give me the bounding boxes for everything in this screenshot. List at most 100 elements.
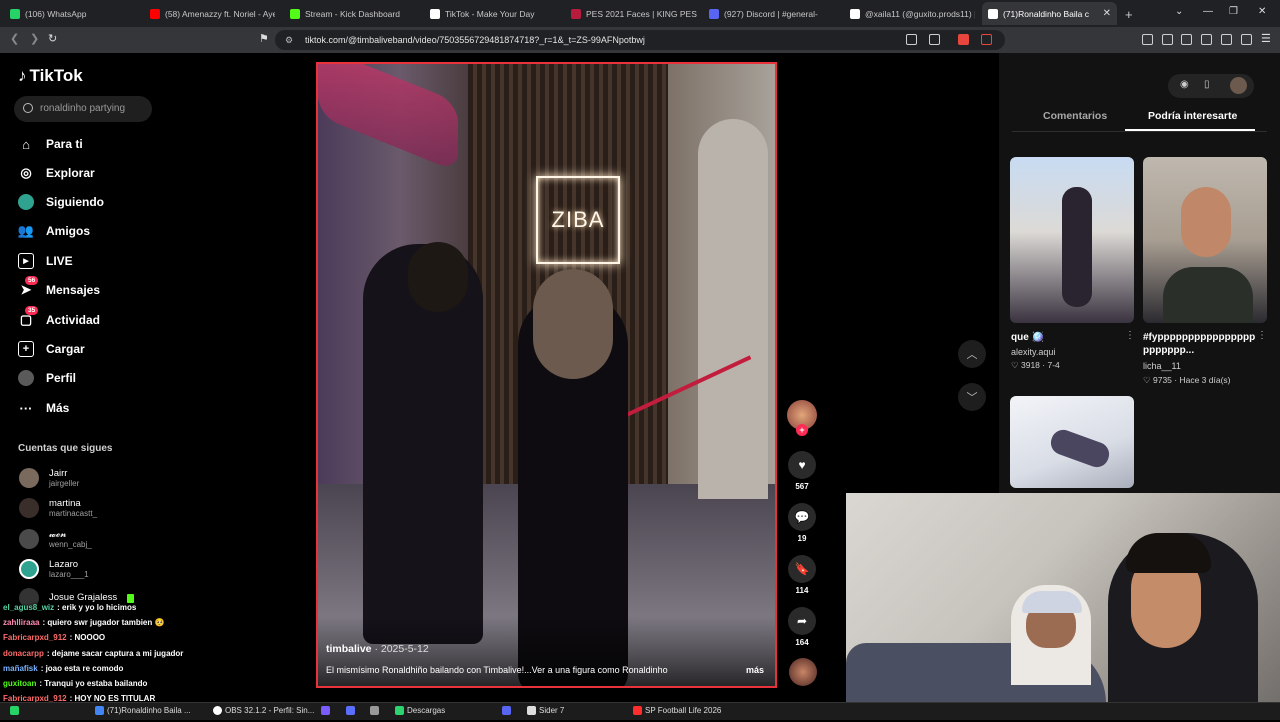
url-field[interactable]: ⚙ tiktok.com/@timbaliveband/video/750355… bbox=[275, 30, 1005, 50]
video-author[interactable]: timbalive · 2025-5-12 bbox=[326, 643, 429, 655]
followed-account[interactable]: 𝔀𝓮𝓷 wenn_cabj_ bbox=[19, 527, 92, 551]
nav-item-actividad[interactable]: ▢ 35 Actividad bbox=[18, 306, 100, 330]
chat-message: el_agus8_wiz: erik y yo lo hicimos bbox=[3, 600, 323, 615]
sider-icon bbox=[527, 706, 536, 715]
rewards-icon[interactable] bbox=[981, 34, 992, 45]
tiktok-logo[interactable]: ♪ TikTok bbox=[18, 66, 83, 86]
browser-tab[interactable]: PES 2021 Faces | KING PES bbox=[571, 4, 701, 24]
recommended-video-thumbnail[interactable] bbox=[1010, 157, 1134, 323]
card-menu-icon[interactable]: ⋮ bbox=[1125, 330, 1135, 341]
taskbar-app[interactable]: Descargas bbox=[395, 706, 445, 715]
taskbar-icon[interactable] bbox=[370, 706, 379, 715]
device-icon[interactable]: ▯ bbox=[1204, 79, 1210, 90]
nav-item-cargar[interactable]: + Cargar bbox=[18, 339, 85, 359]
shield-icon[interactable] bbox=[1241, 34, 1252, 45]
close-window-icon[interactable]: ✕ bbox=[1258, 6, 1266, 17]
taskbar-app[interactable]: Sider 7 bbox=[527, 706, 564, 715]
nav-item-perfil[interactable]: Perfil bbox=[18, 368, 76, 388]
extensions-icon[interactable] bbox=[1142, 34, 1153, 45]
browser-tab[interactable]: @xaila11 (@guxito.prods11) | bbox=[850, 4, 975, 24]
bookmark-icon[interactable]: ⚑ bbox=[259, 32, 269, 45]
nav-item-amigos[interactable]: 👥 Amigos bbox=[18, 221, 90, 241]
messages-icon: ➤ 56 bbox=[18, 276, 39, 298]
taskbar-icon[interactable] bbox=[321, 706, 330, 715]
card-title[interactable]: que 🪩 bbox=[1011, 331, 1126, 344]
share-button[interactable]: ➦ 164 bbox=[787, 607, 817, 647]
wallet-icon[interactable] bbox=[1201, 34, 1212, 45]
recommended-video-thumbnail[interactable] bbox=[1143, 157, 1267, 323]
card-title[interactable]: #fyppppppppppppppppppppppp... bbox=[1143, 331, 1261, 357]
tab-comentarios[interactable]: Comentarios bbox=[1043, 110, 1107, 122]
followed-account[interactable]: Lazaro lazaro___1 bbox=[19, 557, 89, 581]
chevron-down-icon: ﹀ bbox=[966, 392, 978, 404]
next-video-button[interactable]: ﹀ bbox=[958, 383, 986, 411]
browser-tab[interactable]: (927) Discord | #general- bbox=[709, 4, 834, 24]
search-icon bbox=[23, 103, 33, 113]
caption-more-link[interactable]: más bbox=[746, 665, 764, 675]
card-meta: ♡ 3918 · 7-4 bbox=[1011, 360, 1060, 370]
brave-shield-icon[interactable] bbox=[958, 34, 969, 45]
nav-item-mensajes[interactable]: ➤ 56 Mensajes bbox=[18, 276, 100, 300]
card-menu-icon[interactable]: ⋮ bbox=[1257, 330, 1267, 341]
taskbar-app[interactable]: OBS 32.1.2 - Perfil: Sin... bbox=[213, 706, 314, 715]
like-button[interactable]: ♥ 567 bbox=[787, 451, 817, 491]
taskbar-app[interactable]: (71)Ronaldinho Baila ... bbox=[95, 706, 191, 715]
translate-icon[interactable] bbox=[906, 34, 917, 45]
bookmark-icon: 🔖 bbox=[788, 555, 816, 583]
chat-username: donacarpp bbox=[3, 648, 44, 658]
followed-account[interactable]: martina martinacastt_ bbox=[19, 496, 97, 520]
user-avatar[interactable] bbox=[1230, 77, 1247, 94]
star-icon[interactable] bbox=[1221, 34, 1232, 45]
home-icon: ⌂ bbox=[22, 136, 30, 152]
browser-tab-strip: (106) WhatsApp (58) Amenazzy ft. Noriel … bbox=[0, 0, 1280, 27]
taskbar-icon[interactable] bbox=[10, 706, 19, 715]
share-icon: ➦ bbox=[788, 607, 816, 635]
tab-podria-interesarte[interactable]: Podría interesarte bbox=[1148, 110, 1237, 122]
nav-item-siguiendo[interactable]: Siguiendo bbox=[18, 192, 104, 212]
taskbar-icon[interactable] bbox=[502, 706, 511, 715]
coins-icon[interactable]: ◉ bbox=[1180, 79, 1189, 90]
minimize-icon[interactable]: — bbox=[1203, 6, 1213, 17]
browser-tab[interactable]: Stream - Kick Dashboard bbox=[290, 4, 420, 24]
address-bar: ❮ ❯ ↻ ⚑ ⚙ tiktok.com/@timbaliveband/vide… bbox=[0, 27, 1280, 53]
nav-item-para-ti[interactable]: ⌂ Para ti bbox=[18, 134, 83, 154]
tab-list-icon[interactable]: ⌄ bbox=[1175, 6, 1183, 17]
tiktok-icon bbox=[850, 9, 860, 19]
new-tab-button[interactable]: + bbox=[1125, 4, 1133, 24]
previous-video-button[interactable]: ︿ bbox=[958, 340, 986, 368]
panel-tabs-divider bbox=[1012, 131, 1267, 132]
taskbar-app[interactable]: SP Football Life 2026 bbox=[633, 706, 721, 715]
nav-item-live[interactable]: ▶ LIVE bbox=[18, 251, 73, 271]
browser-tab[interactable]: (58) Amenazzy ft. Noriel - Aye bbox=[150, 4, 275, 24]
nav-item-explorar[interactable]: ◎ Explorar bbox=[18, 163, 94, 183]
save-button[interactable]: 🔖 114 bbox=[787, 555, 817, 595]
video-player[interactable]: ZIBA timbalive · 2025-5-12 El mismísimo … bbox=[316, 62, 777, 688]
webcam-person-cap bbox=[1022, 591, 1082, 613]
maximize-icon[interactable]: ❐ bbox=[1229, 6, 1238, 17]
media-icon[interactable] bbox=[1162, 34, 1173, 45]
card-user[interactable]: alexity.aqui bbox=[1011, 347, 1055, 357]
close-tab-icon[interactable]: ✕ bbox=[1103, 8, 1111, 19]
forward-icon[interactable]: ❯ bbox=[30, 32, 39, 45]
card-user[interactable]: licha__11 bbox=[1143, 361, 1181, 371]
compass-icon: ◎ bbox=[20, 165, 32, 180]
sidebar-toggle-icon[interactable] bbox=[1181, 34, 1192, 45]
recommended-video-thumbnail[interactable] bbox=[1010, 396, 1134, 488]
browser-tab[interactable]: TikTok - Make Your Day bbox=[430, 4, 560, 24]
music-disc-icon[interactable] bbox=[789, 658, 817, 686]
taskbar-icon[interactable] bbox=[346, 706, 355, 715]
site-info-icon[interactable]: ⚙ bbox=[285, 35, 293, 46]
cast-icon[interactable] bbox=[929, 34, 940, 45]
nav-item-mas[interactable]: ··· Más bbox=[18, 398, 70, 418]
follow-plus-icon[interactable]: + bbox=[796, 424, 808, 436]
reload-icon[interactable]: ↻ bbox=[48, 32, 57, 45]
browser-tab[interactable]: (106) WhatsApp bbox=[10, 4, 140, 24]
search-input[interactable]: ronaldinho partying bbox=[14, 96, 152, 122]
chat-text: : erik y yo lo hicimos bbox=[57, 603, 137, 612]
comment-button[interactable]: 💬 19 bbox=[787, 503, 817, 543]
menu-icon[interactable]: ☰ bbox=[1261, 32, 1271, 45]
thumbnail-figure bbox=[1163, 267, 1253, 323]
followed-account[interactable]: Jairr jairgeller bbox=[19, 466, 79, 490]
back-icon[interactable]: ❮ bbox=[10, 32, 19, 45]
browser-tab-active[interactable]: (71)Ronaldinho Baila c ✕ bbox=[982, 2, 1117, 25]
